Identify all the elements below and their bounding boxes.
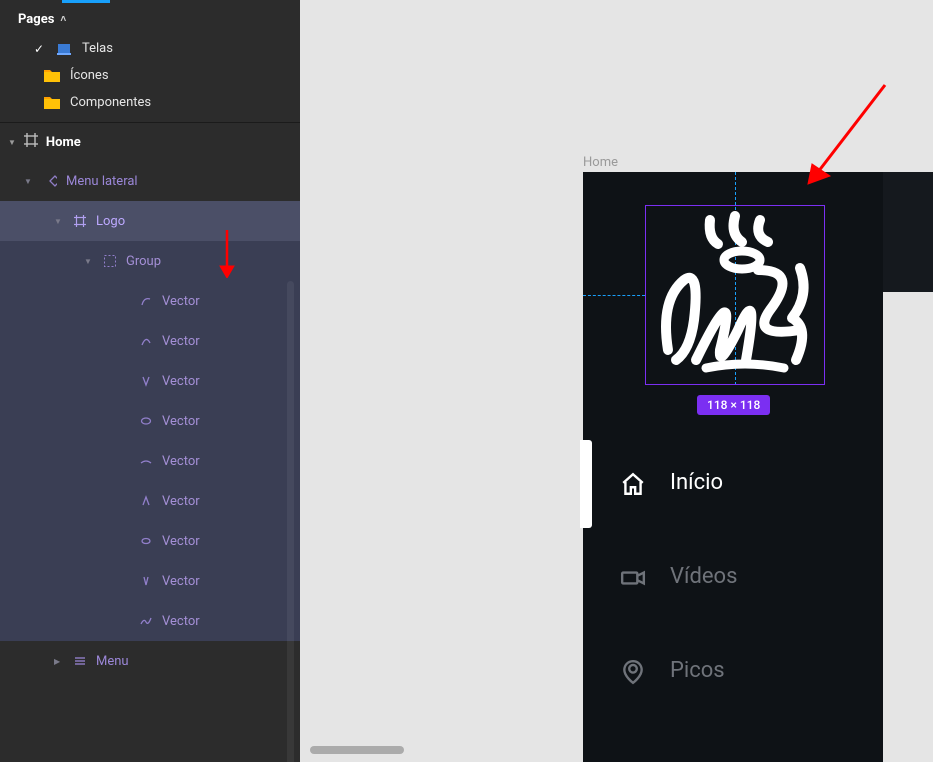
menu-label: Início [670, 470, 723, 495]
layer-label: Vector [162, 614, 292, 629]
menu-item-videos[interactable]: Vídeos [620, 564, 737, 589]
alignment-guide-horizontal [583, 295, 645, 296]
camera-icon [620, 565, 644, 589]
horizontal-scrollbar[interactable] [310, 746, 404, 754]
layer-label: Menu lateral [66, 174, 292, 189]
page-label: Ícones [70, 68, 109, 83]
layer-menu-lateral[interactable]: ▼ Menu lateral [0, 161, 300, 201]
layer-vector[interactable]: Vector [0, 561, 300, 601]
artboard-icon [56, 42, 72, 56]
group-icon [102, 253, 118, 269]
selection-size-badge: 118 × 118 [697, 395, 770, 415]
panel-tab-indicator [0, 0, 300, 4]
layer-label: Vector [162, 494, 292, 509]
component-icon [42, 173, 58, 189]
layer-vector[interactable]: Vector [0, 361, 300, 401]
layer-label: Logo [96, 214, 292, 229]
layer-label: Vector [162, 534, 292, 549]
autolayout-icon [72, 653, 88, 669]
layer-vector[interactable]: Vector [0, 521, 300, 561]
chevron-up-icon: ˄ [60, 14, 66, 25]
menu-item-picos[interactable]: Picos [620, 658, 725, 683]
layer-label: Vector [162, 574, 292, 589]
vector-icon [138, 613, 154, 629]
folder-icon [44, 69, 60, 83]
page-label: Telas [82, 41, 113, 56]
vector-icon [138, 413, 154, 429]
layer-vector[interactable]: Vector [0, 321, 300, 361]
page-item-componentes[interactable]: Componentes [0, 89, 300, 116]
adjacent-frame [883, 172, 933, 292]
canvas[interactable]: Home 118 × [300, 0, 933, 762]
vector-icon [138, 573, 154, 589]
page-label: Componentes [70, 95, 151, 110]
menu-label: Vídeos [670, 564, 737, 589]
menu-item-inicio[interactable]: Início [620, 470, 723, 495]
layer-label: Menu [96, 654, 292, 669]
pages-list: ✓ Telas Ícones Componentes [0, 35, 300, 122]
caret-icon: ▼ [54, 217, 64, 226]
layer-label: Vector [162, 294, 292, 309]
page-item-icones[interactable]: Ícones [0, 62, 300, 89]
layer-vector[interactable]: Vector [0, 281, 300, 321]
caret-icon: ▼ [8, 138, 16, 147]
caret-icon: ▼ [84, 257, 94, 266]
vector-icon [138, 453, 154, 469]
page-item-telas[interactable]: ✓ Telas [0, 35, 300, 62]
frame-icon [24, 133, 38, 151]
caret-icon: ▶ [54, 657, 64, 666]
layer-label: Vector [162, 374, 292, 389]
pin-icon [620, 659, 644, 683]
layers-tree: ▼ Menu lateral ▼ Logo ▼ Group [0, 161, 300, 762]
layer-vector[interactable]: Vector [0, 401, 300, 441]
vector-icon [138, 373, 154, 389]
active-menu-indicator [580, 440, 592, 528]
layer-vector[interactable]: Vector [0, 601, 300, 641]
layer-logo[interactable]: ▼ Logo [0, 201, 300, 241]
layer-label: Vector [162, 414, 292, 429]
pages-section-header[interactable]: Pages ˄ [0, 4, 300, 35]
vector-icon [138, 533, 154, 549]
folder-icon [44, 96, 60, 110]
vector-icon [138, 293, 154, 309]
layer-vector[interactable]: Vector [0, 441, 300, 481]
pages-label: Pages [18, 12, 54, 27]
frame-icon [72, 213, 88, 229]
caret-icon: ▼ [24, 177, 34, 186]
home-icon [620, 471, 644, 495]
layer-label: Group [126, 254, 292, 269]
logo-artwork[interactable] [650, 210, 820, 380]
layers-panel: Pages ˄ ✓ Telas Ícones Compon [0, 0, 300, 762]
layer-menu[interactable]: ▶ Menu [0, 641, 300, 681]
layer-vector[interactable]: Vector [0, 481, 300, 521]
layer-label: Vector [162, 334, 292, 349]
menu-label: Picos [670, 658, 725, 683]
check-icon: ✓ [34, 42, 46, 56]
frame-name: Home [46, 135, 81, 150]
scrollbar[interactable] [287, 281, 294, 762]
frame-header[interactable]: ▼ Home [0, 123, 300, 161]
canvas-frame-label[interactable]: Home [583, 155, 618, 170]
layer-label: Vector [162, 454, 292, 469]
layer-group[interactable]: ▼ Group [0, 241, 300, 281]
vector-icon [138, 493, 154, 509]
vector-icon [138, 333, 154, 349]
